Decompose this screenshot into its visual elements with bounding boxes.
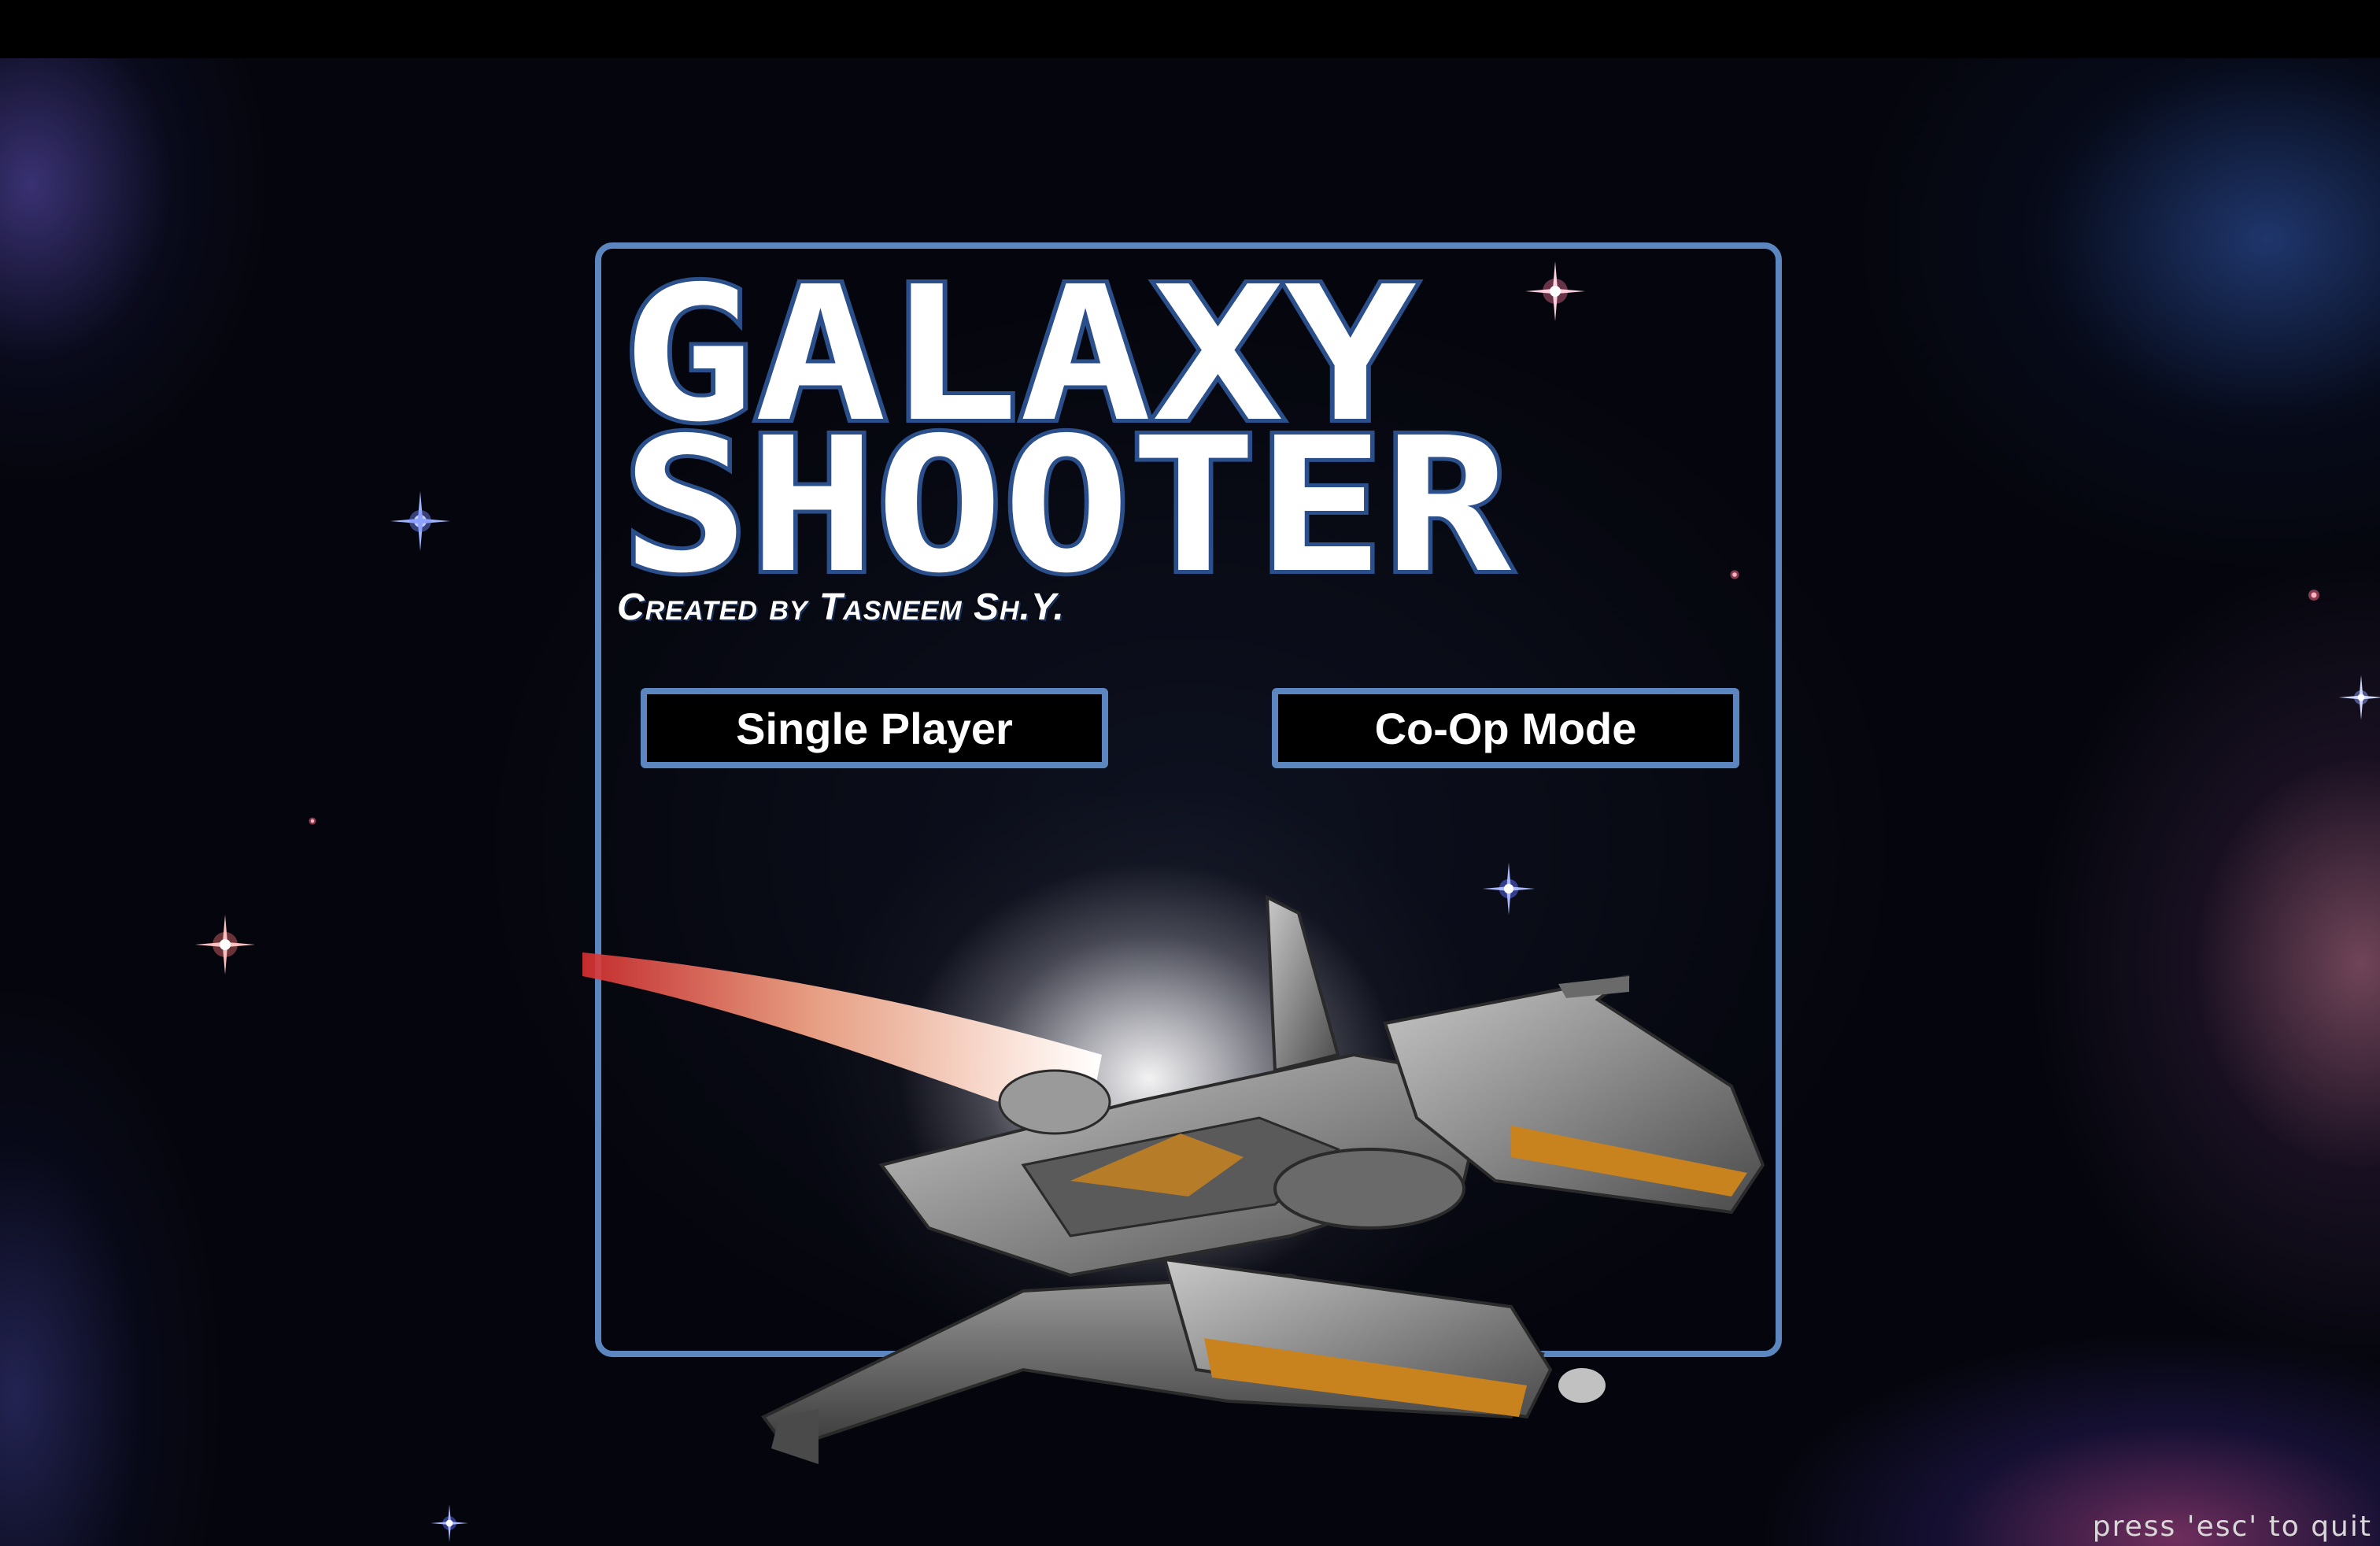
- star-icon: [390, 491, 450, 551]
- spaceship-icon: [582, 894, 1765, 1464]
- star-icon: [309, 817, 316, 825]
- credit-text: Created by Tasneem Sh.Y.: [617, 586, 1065, 628]
- title-line-2: SHOOTER: [622, 398, 1512, 598]
- star-icon: [2308, 590, 2319, 601]
- star-icon: [2338, 675, 2380, 720]
- game-title-logo: GALAXY SHOOTER: [622, 268, 1516, 598]
- quit-hint: press 'esc' to quit: [2092, 1511, 2372, 1543]
- game-screen: GALAXY SHOOTER Created by Tasneem Sh.Y. …: [0, 0, 2380, 1546]
- single-player-label: Single Player: [736, 703, 1013, 753]
- single-player-button[interactable]: Single Player: [641, 688, 1108, 768]
- coop-mode-label: Co-Op Mode: [1374, 703, 1637, 753]
- top-bar: [0, 0, 2380, 58]
- star-icon: [431, 1504, 468, 1542]
- star-icon: [195, 915, 255, 975]
- coop-mode-button[interactable]: Co-Op Mode: [1272, 688, 1739, 768]
